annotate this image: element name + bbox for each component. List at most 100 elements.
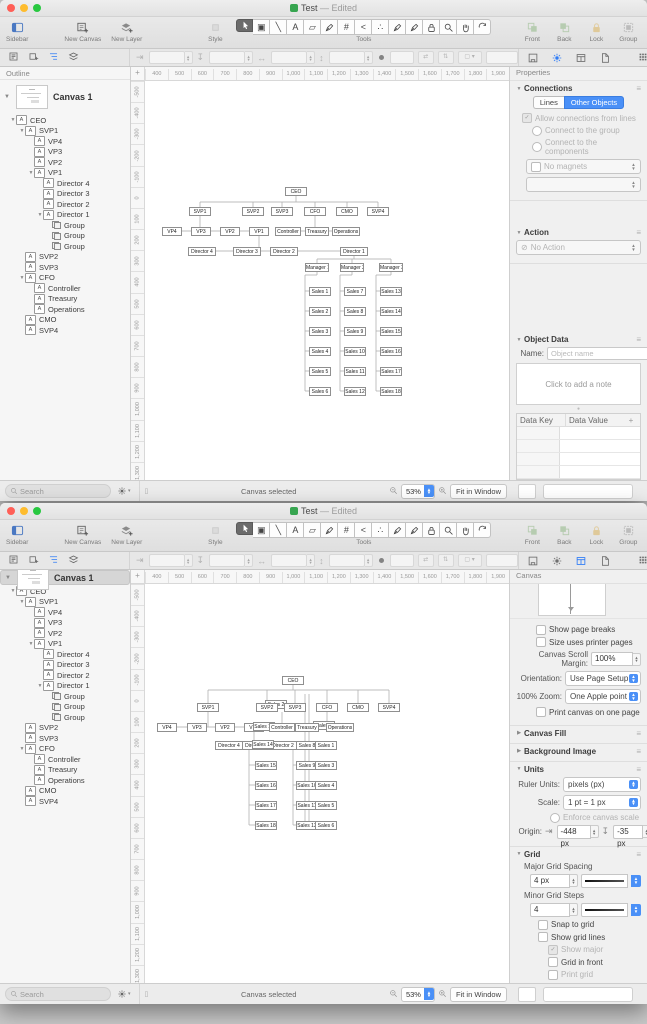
canvas-list-item[interactable]: ▼ Canvas 1 [0,80,130,114]
y-position-field[interactable] [209,51,246,64]
org-node-svp1[interactable]: SVP1 [197,703,219,712]
zoom-level-select[interactable]: 53% ▲ ▼ [400,483,435,499]
height-stepper[interactable]: ▲ ▼ [364,51,373,64]
zoom-tool[interactable] [440,19,458,35]
layers-view-icon[interactable] [68,554,79,567]
scale-select[interactable]: 1 pt = 1 px ▲ ▼ [563,794,641,810]
org-node-sales-5[interactable]: Sales 5 [309,367,331,376]
layers-view-icon[interactable] [68,51,79,64]
front-button[interactable] [521,522,543,538]
major-grid-stepper[interactable]: ▲ ▼ [570,874,578,887]
add-canvas-icon[interactable] [28,51,39,64]
org-node-sales-1[interactable]: Sales 1 [309,287,331,296]
org-node-sales-6[interactable]: Sales 6 [315,821,337,830]
origin-y-field[interactable]: -35 px [613,824,644,848]
fit-in-window-button[interactable]: Fit in Window [449,483,507,499]
canvas-list-item[interactable]: ▼ Canvas 1 [0,570,130,590]
zoom-out-icon[interactable] [389,482,398,500]
org-node-svp4[interactable]: SVP4 [378,703,400,712]
outline-item-treasury[interactable]: A Treasury [0,293,130,305]
outline-item-vp2[interactable]: A VP2 [0,628,130,639]
style-brush-tool[interactable] [389,19,407,35]
org-node-sales-14[interactable]: Sales 14 [380,307,402,316]
grid-tool[interactable]: # [338,19,356,35]
outline-item-director-4[interactable]: A Director 4 [0,649,130,660]
outline-item-treasury[interactable]: A Treasury [0,764,130,776]
section-menu-icon[interactable]: ≡ [636,335,641,344]
data-table-row[interactable] [517,440,640,453]
org-node-manager-2[interactable]: Manager 2 [340,263,364,272]
flip-horizontal-button[interactable]: ⇄ [417,51,434,64]
add-canvas-icon[interactable] [28,554,39,567]
disclosure-icon[interactable]: ▼ [516,230,522,236]
outline-item-group[interactable]: Group [0,220,130,231]
front-button[interactable] [521,19,543,35]
canvases-view-icon[interactable] [8,554,19,567]
org-node-director-4[interactable]: Director 4 [188,247,216,256]
y-stepper[interactable]: ▲ ▼ [245,554,254,567]
outline-item-svp4[interactable]: A SVP4 [0,325,130,336]
section-menu-icon[interactable]: ≡ [636,729,641,738]
object-name-field[interactable] [485,554,518,567]
org-node-manager-1[interactable]: Manager 1 [305,263,329,272]
connect-group-radio[interactable] [532,125,542,136]
y-stepper[interactable]: ▲ ▼ [245,51,254,64]
line-tool[interactable]: ╲ [270,522,288,538]
outline-item-vp3[interactable]: A VP3 [0,146,130,158]
org-node-director-1[interactable]: Director 1 [340,247,368,256]
zoom-definition-select[interactable]: One Apple point ▲ ▼ [565,689,641,704]
disclosure-icon[interactable]: ▼ [516,766,522,772]
org-node-sales-13[interactable]: Sales 13 [380,287,402,296]
style-button[interactable] [204,522,226,538]
orientation-select[interactable]: Use Page Setup ▲ ▼ [565,671,641,686]
org-node-director-2[interactable]: Director 2 [270,247,298,256]
outline-item-controller[interactable]: A Controller [0,283,130,294]
tab-properties-inspector[interactable] [549,51,565,64]
org-node-cfo[interactable]: CFO [316,703,338,712]
org-node-svp2[interactable]: SVP2 [242,207,264,216]
new-layer-button[interactable] [116,19,138,35]
status-name-field[interactable] [543,483,633,499]
org-node-sales-4[interactable]: Sales 4 [309,347,331,356]
tab-document-inspector[interactable] [597,554,613,567]
width-stepper[interactable]: ▲ ▼ [307,554,316,567]
ruler-units-select[interactable]: pixels (px) ▲ ▼ [563,776,641,792]
outline-item-svp3[interactable]: A SVP3 [0,262,130,273]
section-menu-icon[interactable]: ≡ [636,228,641,237]
fit-in-window-button[interactable]: Fit in Window [449,986,507,1002]
org-node-sales-16[interactable]: Sales 16 [380,347,402,356]
flip-horizontal-button[interactable]: ⇄ [417,554,434,567]
outline-item-svp1[interactable]: ▼ A SVP1 [0,596,130,608]
show-major-checkbox[interactable]: ✓ [548,944,558,955]
outline-item-director-3[interactable]: A Director 3 [0,188,130,200]
printer-pages-checkbox[interactable] [536,637,546,647]
org-node-sales-4[interactable]: Sales 4 [315,781,337,790]
data-table-row[interactable] [517,427,640,440]
flip-vertical-button[interactable]: ⇅ [437,554,454,567]
org-node-cmo[interactable]: CMO [336,207,358,216]
connect-components-radio[interactable] [532,142,542,152]
width-stepper[interactable]: ▲ ▼ [307,51,316,64]
lock-button[interactable] [585,522,607,538]
org-node-vp3[interactable]: VP3 [187,723,207,732]
zoom-out-icon[interactable] [389,985,398,1003]
magnets-select[interactable]: No magnets ▲ ▼ [526,159,641,174]
outline-item-operations[interactable]: A Operations [0,775,130,786]
diagram-tool[interactable]: ∴ [372,522,390,538]
outline-item-vp3[interactable]: A VP3 [0,617,130,629]
org-node-cmo[interactable]: CMO [347,703,369,712]
freehand-tool[interactable] [406,522,424,538]
outline-item-group[interactable]: Group [0,691,130,702]
outline-item-vp1[interactable]: ▼ A VP1 [0,167,130,179]
outline-item-cfo[interactable]: ▼ A CFO [0,272,130,284]
zoom-in-icon[interactable] [438,482,447,500]
org-node-sales-15[interactable]: Sales 15 [380,327,402,336]
zoom-tool[interactable] [440,522,458,538]
width-field[interactable] [271,51,308,64]
tab-other-objects[interactable]: Other Objects [563,96,625,109]
outline-view-icon[interactable] [48,51,59,64]
tab-canvas-inspector[interactable] [573,51,589,64]
org-node-ceo[interactable]: CEO [285,187,307,196]
outline-item-vp4[interactable]: A VP4 [0,136,130,147]
tab-canvas-inspector[interactable] [573,554,589,567]
